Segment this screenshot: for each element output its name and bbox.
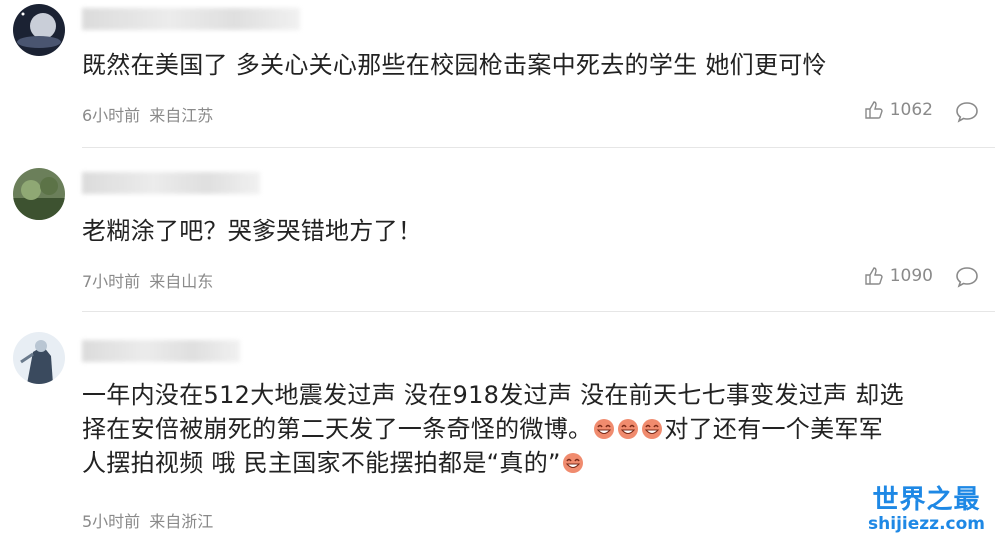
comment-bubble-icon[interactable] xyxy=(955,101,979,123)
comment-item: 既然在美国了 多关心关心那些在校园枪击案中死去的学生 她们更可怜 6小时前 来自… xyxy=(0,0,995,148)
like-count: 1090 xyxy=(889,266,933,286)
comment-bubble-icon[interactable] xyxy=(955,266,979,288)
comment-text: 老糊涂了吧？哭爹哭错地方了！ xyxy=(82,217,423,245)
comment-meta: 5小时前 来自浙江 xyxy=(82,508,213,532)
comment-text: 一年内没在512大地震发过声 没在918发过声 没在前天七七事变发过声 却选 择… xyxy=(82,378,904,480)
watermark-title: 世界之最 xyxy=(872,485,981,515)
comment-text-line: 一年内没在512大地震发过声 没在918发过声 没在前天七七事变发过声 却选 xyxy=(82,381,904,409)
comment-text-line: 人摆拍视频 哦 民主国家不能摆拍都是“真的” xyxy=(82,446,904,480)
username-blurred[interactable] xyxy=(82,340,240,362)
username-blurred[interactable] xyxy=(82,172,260,194)
comment-item: 老糊涂了吧？哭爹哭错地方了！ 7小时前 来自山东 1090 xyxy=(0,148,995,312)
comment-location: 来自浙江 xyxy=(149,512,214,531)
laughing-face-emoji xyxy=(562,453,583,473)
like-button[interactable]: 1062 xyxy=(864,100,933,120)
like-button[interactable]: 1090 xyxy=(864,266,933,286)
username-blurred[interactable] xyxy=(82,8,300,30)
watermark-url: shijiezz.com xyxy=(868,514,985,534)
watermark-logo: 世界之最 shijiezz.com xyxy=(868,485,985,533)
comment-meta: 6小时前 来自江苏 xyxy=(82,102,213,126)
thumbs-up-icon xyxy=(865,101,883,119)
comment-location: 来自江苏 xyxy=(149,106,214,125)
comment-meta: 7小时前 来自山东 xyxy=(82,268,213,292)
comment-text-line: 择在安倍被崩死的第二天发了一条奇怪的微博。 对了还有一个美军军 xyxy=(82,412,904,446)
comment-time: 7小时前 xyxy=(82,272,141,291)
like-count: 1062 xyxy=(889,100,933,120)
avatar[interactable] xyxy=(13,168,65,220)
comment-text-fragment: 人摆拍视频 哦 民主国家不能摆拍都是“真的” xyxy=(82,449,561,477)
thumbs-up-icon xyxy=(865,267,883,285)
avatar[interactable] xyxy=(13,332,65,384)
comment-text: 既然在美国了 多关心关心那些在校园枪击案中死去的学生 她们更可怜 xyxy=(82,51,827,79)
comment-item: 一年内没在512大地震发过声 没在918发过声 没在前天七七事变发过声 却选 择… xyxy=(0,312,995,539)
avatar[interactable] xyxy=(13,4,65,56)
laughing-face-emoji xyxy=(618,419,639,439)
laughing-face-emoji xyxy=(642,419,663,439)
comment-text-fragment: 对了还有一个美军军 xyxy=(664,415,884,443)
laughing-face-emoji xyxy=(594,419,615,439)
comment-location: 来自山东 xyxy=(149,272,214,291)
comment-time: 5小时前 xyxy=(82,512,141,531)
comment-text-fragment: 择在安倍被崩死的第二天发了一条奇怪的微博。 xyxy=(82,415,593,443)
comment-time: 6小时前 xyxy=(82,106,141,125)
